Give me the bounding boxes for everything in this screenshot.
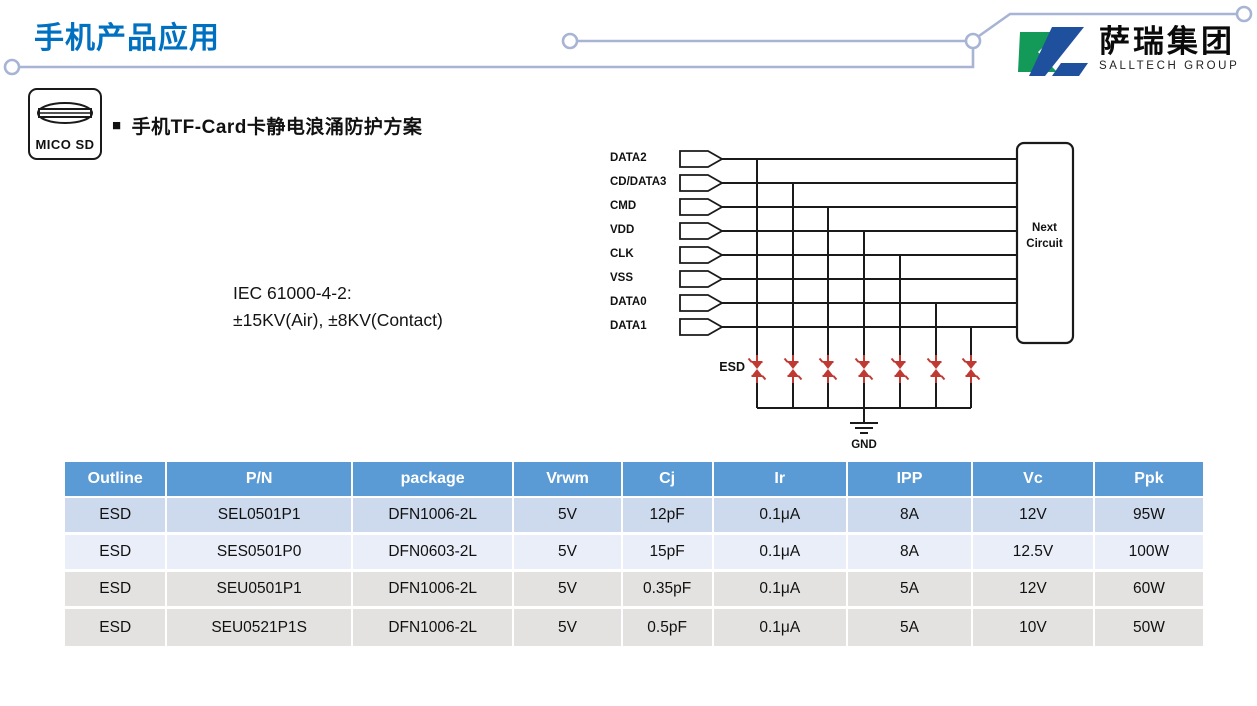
table-cell: DFN1006-2L [353, 572, 515, 609]
table-cell: 5V [514, 609, 622, 646]
parts-table: Outline P/N package Vrwm Cj Ir IPP Vc Pp… [65, 462, 1203, 646]
table-cell: 5A [848, 609, 973, 646]
next-circuit-label: Next Circuit [1016, 220, 1073, 252]
header-cj: Cj [623, 462, 714, 498]
header-ppk: Ppk [1095, 462, 1203, 498]
table-cell: SEL0501P1 [167, 498, 352, 535]
signal-label-vss: VSS [610, 272, 633, 284]
esd-diode [749, 355, 766, 383]
signal-connector [680, 223, 722, 239]
signal-label-cmd: CMD [610, 200, 636, 212]
signal-connector [680, 319, 722, 335]
square-bullet-icon: ■ [112, 118, 122, 133]
header-pn: P/N [167, 462, 352, 498]
table-cell: 0.1μA [714, 535, 848, 572]
table-cell: SEU0521P1S [167, 609, 352, 646]
table-cell: 12V [973, 498, 1095, 535]
signal-label-data1: DATA1 [610, 320, 647, 332]
sd-card-label: MICO SD [30, 137, 100, 152]
signal-connector [680, 175, 722, 191]
esd-diode [963, 355, 980, 383]
header-vrwm: Vrwm [514, 462, 622, 498]
signal-connector [680, 151, 722, 167]
table-cell: 0.1μA [714, 609, 848, 646]
logo-en-name: SALLTECH GROUP [1099, 61, 1239, 73]
table-cell: DFN0603-2L [353, 535, 515, 572]
table-row: ESD SES0501P0 DFN0603-2L 5V 15pF 0.1μA 8… [65, 535, 1203, 572]
signal-connector [680, 199, 722, 215]
table-cell: ESD [65, 535, 167, 572]
table-cell: 12pF [623, 498, 714, 535]
ground-symbol [850, 408, 878, 433]
signal-connector [680, 247, 722, 263]
table-row: ESD SEL0501P1 DFN1006-2L 5V 12pF 0.1μA 8… [65, 498, 1203, 535]
table-cell: 0.1μA [714, 572, 848, 609]
header-ipp: IPP [848, 462, 973, 498]
signal-connector [680, 295, 722, 311]
table-cell: 5V [514, 535, 622, 572]
circuit-diagram-svg [605, 140, 1077, 460]
table-cell: 12.5V [973, 535, 1095, 572]
table-cell: 50W [1095, 609, 1203, 646]
table-cell: 5A [848, 572, 973, 609]
signal-label-clk: CLK [610, 248, 634, 260]
esd-diode [892, 355, 909, 383]
iec-note: IEC 61000-4-2: ±15KV(Air), ±8KV(Contact) [233, 280, 443, 334]
table-cell: SEU0501P1 [167, 572, 352, 609]
table-cell: ESD [65, 498, 167, 535]
table-cell: ESD [65, 609, 167, 646]
esd-diode [928, 355, 945, 383]
esd-diode [856, 355, 873, 383]
table-row: ESD SEU0501P1 DFN1006-2L 5V 0.35pF 0.1μA… [65, 572, 1203, 609]
table-cell: 60W [1095, 572, 1203, 609]
header-package: package [353, 462, 515, 498]
table-cell: SES0501P0 [167, 535, 352, 572]
iec-note-line1: IEC 61000-4-2: [233, 280, 443, 307]
table-row: ESD SEU0521P1S DFN1006-2L 5V 0.5pF 0.1μA… [65, 609, 1203, 646]
table-cell: 0.5pF [623, 609, 714, 646]
company-logo: 萨瑞集团 SALLTECH GROUP [1016, 26, 1239, 78]
sd-card-glyph [34, 100, 96, 126]
signal-connector [680, 271, 722, 287]
logo-mark [1016, 26, 1090, 78]
table-cell: 12V [973, 572, 1095, 609]
logo-cn-name: 萨瑞集团 [1099, 26, 1239, 57]
esd-diode [785, 355, 802, 383]
esd-diode [820, 355, 837, 383]
signal-label-data2: DATA2 [610, 152, 647, 164]
header-vc: Vc [973, 462, 1095, 498]
table-cell: 5V [514, 572, 622, 609]
signal-label-data0: DATA0 [610, 296, 647, 308]
header-outline: Outline [65, 462, 167, 498]
signal-label-cd-data3: CD/DATA3 [610, 176, 666, 188]
section-heading-row: ■ 手机TF-Card卡静电浪涌防护方案 [112, 112, 422, 139]
gnd-label: GND [842, 439, 886, 451]
table-cell: 15pF [623, 535, 714, 572]
table-cell: ESD [65, 572, 167, 609]
table-cell: DFN1006-2L [353, 498, 515, 535]
table-cell: 8A [848, 535, 973, 572]
table-cell: 95W [1095, 498, 1203, 535]
table-cell: 8A [848, 498, 973, 535]
esd-label: ESD [699, 360, 745, 374]
table-cell: 0.1μA [714, 498, 848, 535]
circuit-diagram: DATA2 CD/DATA3 CMD VDD CLK VSS DATA0 DAT… [605, 140, 1077, 460]
page-title: 手机产品应用 [34, 13, 220, 57]
table-cell: 5V [514, 498, 622, 535]
slide-root: 手机产品应用 萨瑞集团 SALLTECH GROUP MICO SD ■ 手机T… [0, 0, 1257, 706]
table-cell: 0.35pF [623, 572, 714, 609]
header-ir: Ir [714, 462, 848, 498]
signal-label-vdd: VDD [610, 224, 634, 236]
sd-card-icon: MICO SD [28, 88, 102, 160]
table-cell: DFN1006-2L [353, 609, 515, 646]
section-heading: 手机TF-Card卡静电浪涌防护方案 [132, 112, 423, 139]
table-cell: 10V [973, 609, 1095, 646]
table-header-row: Outline P/N package Vrwm Cj Ir IPP Vc Pp… [65, 462, 1203, 498]
iec-note-line2: ±15KV(Air), ±8KV(Contact) [233, 307, 443, 334]
table-cell: 100W [1095, 535, 1203, 572]
